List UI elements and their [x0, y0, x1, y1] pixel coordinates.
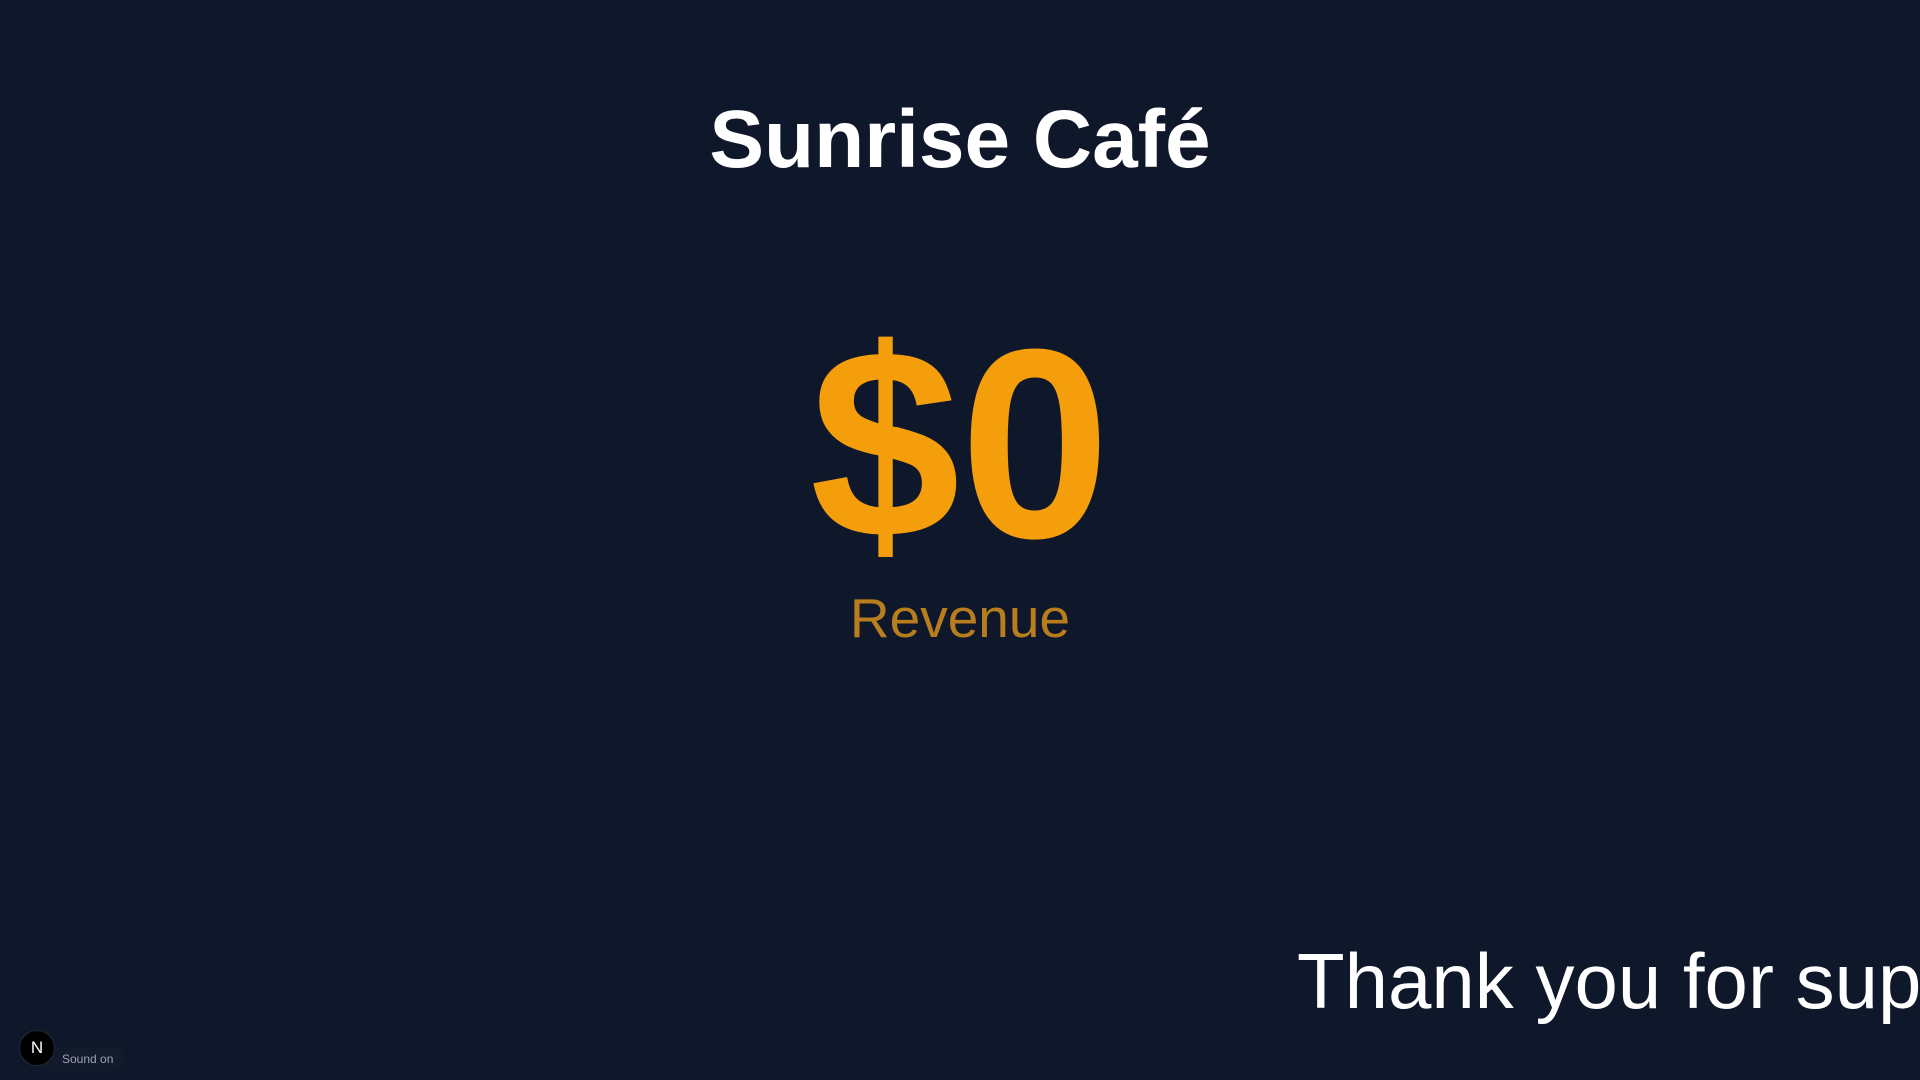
dev-tools-badge[interactable]: N Sound on — [20, 1025, 126, 1071]
revenue-value: $0 — [809, 294, 1111, 595]
page-title: Sunrise Café — [709, 94, 1211, 185]
display-screen: Sunrise Café $0 Revenue Thank you for su… — [0, 0, 1920, 1080]
scrolling-ticker-message: Thank you for supp — [1297, 937, 1920, 1025]
nextjs-logo-icon[interactable]: N — [20, 1031, 54, 1065]
revenue-label: Revenue — [849, 587, 1071, 649]
